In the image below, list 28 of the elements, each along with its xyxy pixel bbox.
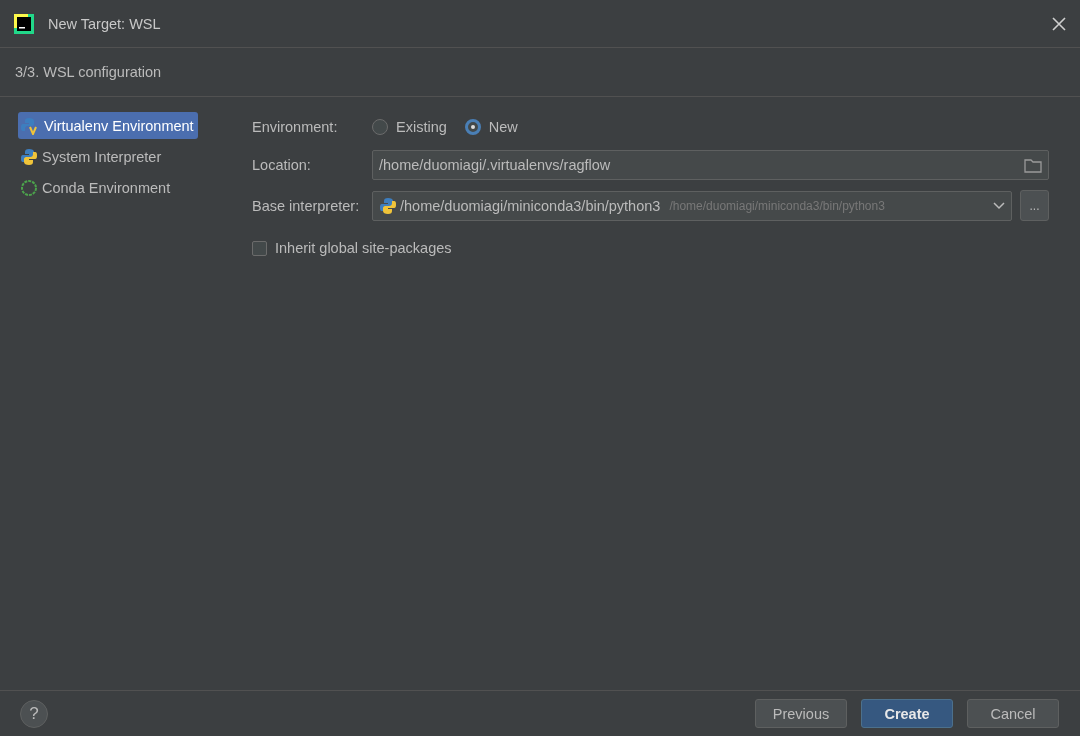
radio-label: Existing [396,119,447,135]
python-icon [20,147,38,166]
dialog-button[interactable]: Previous [755,699,847,728]
location-field[interactable]: /home/duomiagi/.virtualenvs/ragflow [372,150,1049,180]
radio-button[interactable] [372,119,388,135]
checkbox-label: Inherit global site-packages [275,240,452,256]
window-title: New Target: WSL [48,15,162,32]
python-icon [379,196,397,215]
chevron-down-icon [993,201,1005,210]
folder-icon[interactable] [1024,157,1042,173]
ring-icon [20,178,38,197]
sidebar-item[interactable]: Virtualenv Environment [18,112,198,139]
sidebar-item[interactable]: Conda Environment [18,174,175,201]
location-label: Location: [252,157,312,173]
step-title: 3/3. WSL configuration [15,64,162,80]
python-v-icon [20,116,40,135]
base-interpreter-label: Base interpreter: [252,197,361,214]
dialog-button[interactable]: Create [861,699,953,728]
environment-label: Environment: [252,119,339,135]
help-button[interactable]: ? [20,699,48,728]
app-logo-icon [14,13,34,34]
radio-label: New [488,119,518,135]
sidebar-item[interactable]: System Interpreter [18,143,166,170]
dialog-button[interactable]: Cancel [967,699,1059,728]
radio-button[interactable] [464,119,481,135]
close-icon[interactable] [1052,16,1066,31]
browse-button[interactable]: ... [1020,190,1049,221]
checkbox[interactable] [252,240,267,256]
